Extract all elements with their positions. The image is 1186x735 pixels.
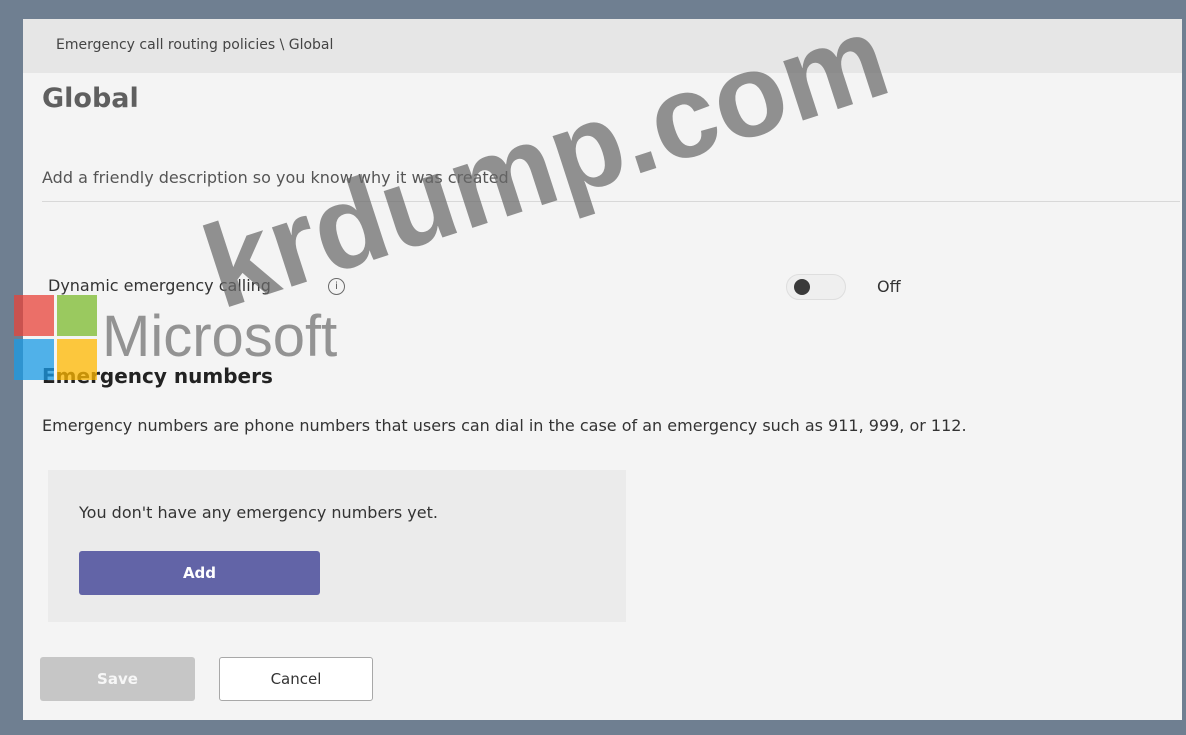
emergency-numbers-description: Emergency numbers are phone numbers that… <box>42 416 967 435</box>
logo-square-green <box>57 295 97 336</box>
logo-square-yellow <box>57 339 97 380</box>
emergency-numbers-empty-state: You don't have any emergency numbers yet… <box>48 470 626 622</box>
breadcrumb-bar: Emergency call routing policies \ Global <box>23 19 1182 73</box>
page-title: Global <box>42 83 139 114</box>
toggle-knob <box>794 279 810 295</box>
logo-square-red <box>14 295 54 336</box>
dynamic-emergency-calling-toggle[interactable] <box>786 274 846 300</box>
toggle-state-label: Off <box>877 277 901 296</box>
breadcrumb[interactable]: Emergency call routing policies \ Global <box>56 37 333 53</box>
save-button[interactable]: Save <box>40 657 195 701</box>
cancel-button[interactable]: Cancel <box>219 657 373 701</box>
add-emergency-number-button[interactable]: Add <box>79 551 320 595</box>
logo-square-blue <box>14 339 54 380</box>
empty-state-text: You don't have any emergency numbers yet… <box>79 503 438 522</box>
microsoft-watermark-text: Microsoft <box>102 304 338 369</box>
microsoft-logo-watermark <box>14 295 98 381</box>
